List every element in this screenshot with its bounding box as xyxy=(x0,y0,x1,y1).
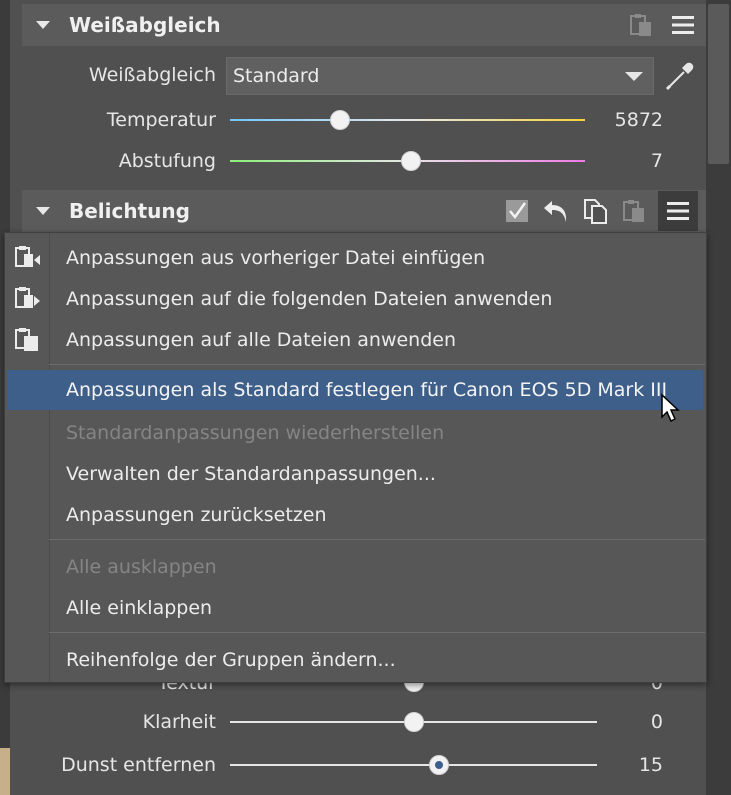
tint-label: Abstufung xyxy=(118,150,216,172)
paste-icon[interactable] xyxy=(619,196,649,226)
hamburger-menu-icon[interactable] xyxy=(658,191,698,231)
menu-item-paste-from-previous[interactable]: Anpassungen aus vorheriger Datei einfüge… xyxy=(5,238,706,278)
temperature-slider-knob[interactable] xyxy=(330,110,351,130)
dehaze-label: Dunst entfernen xyxy=(61,754,216,776)
menu-item-expand-all[interactable]: Alle ausklappen xyxy=(5,547,706,587)
menu-item-label: Anpassungen auf alle Dateien anwenden xyxy=(66,329,457,351)
dehaze-value[interactable]: 15 xyxy=(603,754,663,776)
menu-item-label: Anpassungen zurücksetzen xyxy=(66,504,327,526)
temperature-value[interactable]: 5872 xyxy=(603,109,663,131)
eyedropper-icon[interactable] xyxy=(662,60,696,94)
hamburger-menu-icon[interactable] xyxy=(668,10,698,40)
wb-label: Weißabgleich xyxy=(88,64,216,86)
clarity-value[interactable]: 0 xyxy=(603,711,663,733)
undo-icon[interactable] xyxy=(541,196,571,226)
temperature-label: Temperatur xyxy=(106,109,216,131)
paste-from-previous-icon xyxy=(14,245,42,271)
menu-item-label: Alle einklappen xyxy=(66,597,213,619)
section-title: Belichtung xyxy=(69,199,190,223)
menu-item-label: Reihenfolge der Gruppen ändern... xyxy=(66,649,396,671)
wb-preset-value: Standard xyxy=(233,65,320,87)
menu-item-set-as-default[interactable]: Anpassungen als Standard festlegen für C… xyxy=(7,370,703,410)
copy-icon[interactable] xyxy=(580,196,610,226)
mouse-cursor-icon xyxy=(660,393,682,425)
menu-item-reorder-groups[interactable]: Reihenfolge der Gruppen ändern... xyxy=(5,640,706,680)
menu-item-restore-defaults[interactable]: Standardanpassungen wiederherstellen xyxy=(5,413,706,453)
paste-icon[interactable] xyxy=(626,10,656,40)
apply-to-all-icon xyxy=(14,327,42,353)
menu-item-label: Verwalten der Standardanpassungen... xyxy=(66,463,436,485)
temperature-slider-track[interactable] xyxy=(230,119,585,121)
menu-separator xyxy=(49,364,705,365)
menu-item-label: Alle ausklappen xyxy=(66,556,217,578)
menu-item-label: Anpassungen aus vorheriger Datei einfüge… xyxy=(66,247,486,269)
tint-value[interactable]: 7 xyxy=(603,150,663,172)
menu-item-label: Anpassungen als Standard festlegen für C… xyxy=(66,379,668,401)
collapse-triangle-icon[interactable] xyxy=(36,21,50,29)
menu-separator xyxy=(49,632,705,633)
enable-checkbox-icon[interactable] xyxy=(502,196,532,226)
menu-separator xyxy=(49,539,705,540)
tint-slider-knob[interactable] xyxy=(401,151,422,171)
menu-item-collapse-all[interactable]: Alle einklappen xyxy=(5,588,706,628)
menu-item-label: Standardanpassungen wiederherstellen xyxy=(66,422,445,444)
apply-to-next-icon xyxy=(14,286,42,312)
wb-preset-select[interactable]: Standard xyxy=(226,57,654,95)
dehaze-slider-track[interactable] xyxy=(230,764,597,766)
chevron-down-icon xyxy=(625,72,643,81)
menu-item-reset-adjustments[interactable]: Anpassungen zurücksetzen xyxy=(5,495,706,535)
collapse-triangle-icon[interactable] xyxy=(36,207,50,215)
clarity-slider-knob[interactable] xyxy=(403,712,424,732)
menu-item-manage-defaults[interactable]: Verwalten der Standardanpassungen... xyxy=(5,454,706,494)
section-title: Weißabgleich xyxy=(69,13,221,37)
menu-item-label: Anpassungen auf die folgenden Dateien an… xyxy=(66,288,553,310)
image-preview-corner xyxy=(0,748,10,795)
menu-item-apply-to-all[interactable]: Anpassungen auf alle Dateien anwenden xyxy=(5,320,706,360)
clarity-label: Klarheit xyxy=(142,711,216,733)
scrollbar-thumb[interactable] xyxy=(708,4,729,164)
context-menu: Anpassungen aus vorheriger Datei einfüge… xyxy=(4,232,707,683)
exposure-header[interactable]: Belichtung xyxy=(22,190,706,232)
white-balance-header[interactable]: Weißabgleich xyxy=(22,4,706,46)
menu-item-apply-to-next[interactable]: Anpassungen auf die folgenden Dateien an… xyxy=(5,279,706,319)
